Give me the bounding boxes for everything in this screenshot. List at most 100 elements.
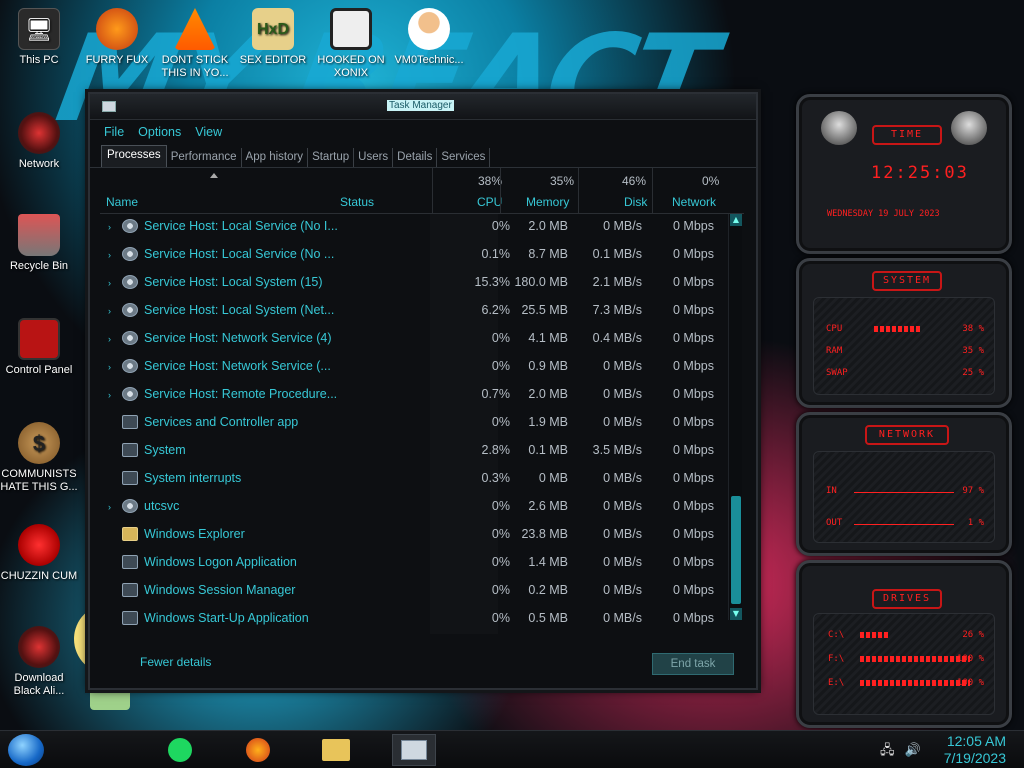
expand-chevron-icon[interactable]: › — [108, 278, 111, 288]
scroll-thumb[interactable] — [731, 496, 741, 604]
column-status[interactable]: Status — [340, 195, 374, 209]
network-cell: 0 Mbps — [673, 471, 714, 485]
desktop-icon-sex-editor[interactable]: HxD SEX EDITOR — [234, 8, 312, 67]
menu-view[interactable]: View — [195, 125, 222, 139]
tab-processes[interactable]: Processes — [101, 145, 167, 167]
tab-startup[interactable]: Startup — [308, 148, 355, 167]
desktop-icon-vlc[interactable]: DONT STICK THIS IN YO... — [156, 8, 234, 80]
network-tray-icon[interactable]: 🖧 — [880, 743, 895, 758]
table-row[interactable]: System interrupts 0.3% 0 MB 0 MB/s 0 Mbps — [100, 466, 722, 494]
clock-date: 7/19/2023 — [943, 750, 1006, 766]
taskbar-firefox-button[interactable] — [236, 734, 280, 766]
network-cell: 0 Mbps — [673, 499, 714, 513]
table-row[interactable]: › Service Host: Local System (Net... 6.2% 2… — [100, 298, 722, 326]
expand-chevron-icon[interactable]: › — [108, 334, 111, 344]
menu-file[interactable]: File — [104, 125, 124, 139]
tab-services[interactable]: Services — [437, 148, 491, 167]
drive-label: E:\ — [828, 678, 845, 688]
expand-chevron-icon[interactable]: › — [108, 250, 111, 260]
title-bar[interactable]: Task Manager — [90, 94, 756, 120]
drive-meter — [860, 680, 970, 686]
taskbar-spotify-button[interactable] — [158, 734, 202, 766]
desktop-icon-label: CHUZZIN CUM — [0, 570, 78, 582]
scroll-up-arrow-icon[interactable]: ▲ — [730, 214, 742, 226]
table-row[interactable]: Windows Start-Up Application 0% 0.5 MB 0 MB… — [100, 606, 722, 634]
column-network[interactable]: Network — [672, 195, 716, 209]
desktop-icon-recycle-bin[interactable]: Recycle Bin — [0, 214, 78, 273]
table-header: Name Status 38% CPU 35% Memory 46% Disk … — [100, 168, 744, 214]
tab-details[interactable]: Details — [393, 148, 438, 167]
table-row[interactable]: Services and Controller app 0% 1.9 MB 0 MB/… — [100, 410, 722, 438]
volume-icon[interactable]: 🔊 — [905, 743, 921, 758]
in-graph — [854, 492, 954, 493]
column-name[interactable]: Name — [106, 195, 138, 209]
scroll-down-arrow-icon[interactable]: ▼ — [730, 608, 742, 620]
table-row[interactable]: › Service Host: Local Service (No ... 0.1%… — [100, 242, 722, 270]
process-name: Windows Explorer — [144, 527, 245, 541]
network-orb-icon — [18, 112, 60, 154]
process-name: Windows Session Manager — [144, 583, 296, 597]
table-row[interactable]: › Service Host: Remote Procedure... 0.7% 2.… — [100, 382, 722, 410]
swap-value: 25 % — [962, 368, 984, 378]
desktop-icon-communists[interactable]: $ COMMUNISTS HATE THIS G... — [0, 422, 78, 494]
taskbar: 🖧 🔊 12:05 AM 7/19/2023 — [0, 730, 1024, 768]
memory-cell: 25.5 MB — [521, 303, 568, 317]
desktop-icon-label: HOOKED ON XONIX — [317, 54, 385, 79]
tab-performance[interactable]: Performance — [167, 148, 242, 167]
task-manager-app-icon — [102, 101, 116, 112]
table-row[interactable]: › Service Host: Local Service (No I... 0% 2… — [100, 214, 722, 242]
column-disk[interactable]: Disk — [624, 195, 647, 209]
cpu-cell: 6.2% — [481, 303, 511, 317]
desktop-icon-label: VM0Technic... — [394, 54, 464, 66]
taskbar-task-manager-button[interactable] — [392, 734, 436, 766]
table-row[interactable]: › Service Host: Network Service (... 0% 0.9… — [100, 354, 722, 382]
drive-value: 26 % — [962, 630, 984, 640]
desktop-icon-chuzzin[interactable]: CHUZZIN CUM — [0, 524, 78, 583]
table-row[interactable]: Windows Logon Application 0% 1.4 MB 0 MB/s 0… — [100, 550, 722, 578]
app-window-icon — [122, 611, 138, 625]
column-divider — [432, 168, 433, 214]
expand-chevron-icon[interactable]: › — [108, 306, 111, 316]
desktop-icon-vm0technic[interactable]: VM0Technic... — [390, 8, 468, 67]
expand-chevron-icon[interactable]: › — [108, 222, 111, 232]
menu-options[interactable]: Options — [138, 125, 181, 139]
swap-label: SWAP — [826, 368, 848, 378]
table-row[interactable]: Windows Session Manager 0% 0.2 MB 0 MB/s 0 M… — [100, 578, 722, 606]
start-orb-button[interactable] — [8, 734, 44, 766]
desktop-icon-label: COMMUNISTS HATE THIS G... — [0, 468, 78, 493]
app-window-icon — [122, 471, 138, 485]
expand-chevron-icon[interactable]: › — [108, 390, 111, 400]
task-manager-window[interactable]: Task Manager File Options View Processes… — [88, 92, 758, 690]
cpu-cell: 0.7% — [481, 387, 511, 401]
memory-cell: 1.4 MB — [528, 555, 568, 569]
tab-app-history[interactable]: App history — [242, 148, 309, 167]
disk-cell: 0 MB/s — [603, 471, 642, 485]
taskbar-file-explorer-button[interactable] — [314, 734, 358, 766]
vertical-scrollbar[interactable]: ▲ ▼ — [728, 214, 742, 620]
desktop-icon-label: Network — [18, 158, 60, 170]
table-row[interactable]: Windows Explorer 0% 23.8 MB 0 MB/s 0 Mbps — [100, 522, 722, 550]
network-cell: 0 Mbps — [673, 275, 714, 289]
taskbar-clock[interactable]: 12:05 AM 7/19/2023 — [944, 733, 1006, 767]
desktop-icon-network[interactable]: Network — [0, 112, 78, 171]
end-task-button[interactable]: End task — [652, 653, 734, 675]
money-bag-icon: $ — [18, 422, 60, 464]
table-row[interactable]: › Service Host: Network Service (4) 0% 4.1 … — [100, 326, 722, 354]
cpu-cell: 0% — [491, 583, 510, 597]
desktop-icon-furry-fux[interactable]: FURRY FUX — [78, 8, 156, 67]
expand-chevron-icon[interactable]: › — [108, 362, 111, 372]
desktop-icon-xonix[interactable]: HOOKED ON XONIX — [312, 8, 390, 80]
system-gadget: SYSTEM CPU 38 % RAM 35 % SWAP 25 % — [796, 258, 1012, 408]
column-memory[interactable]: Memory — [526, 195, 569, 209]
desktop-icon-this-pc[interactable]: 🖥 This PC — [0, 8, 78, 67]
tab-users[interactable]: Users — [354, 148, 394, 167]
memory-cell: 0.9 MB — [528, 359, 568, 373]
computer-icon: 🖥 — [18, 8, 60, 50]
expand-chevron-icon[interactable]: › — [108, 502, 111, 512]
column-cpu[interactable]: CPU — [477, 195, 502, 209]
table-row[interactable]: System 2.8% 0.1 MB 3.5 MB/s 0 Mbps — [100, 438, 722, 466]
table-row[interactable]: › utcsvc 0% 2.6 MB 0 MB/s 0 Mbps — [100, 494, 722, 522]
table-row[interactable]: › Service Host: Local System (15) 15.3% 180… — [100, 270, 722, 298]
fewer-details-link[interactable]: Fewer details — [140, 655, 211, 669]
desktop-icon-control-panel[interactable]: Control Panel — [0, 318, 78, 377]
